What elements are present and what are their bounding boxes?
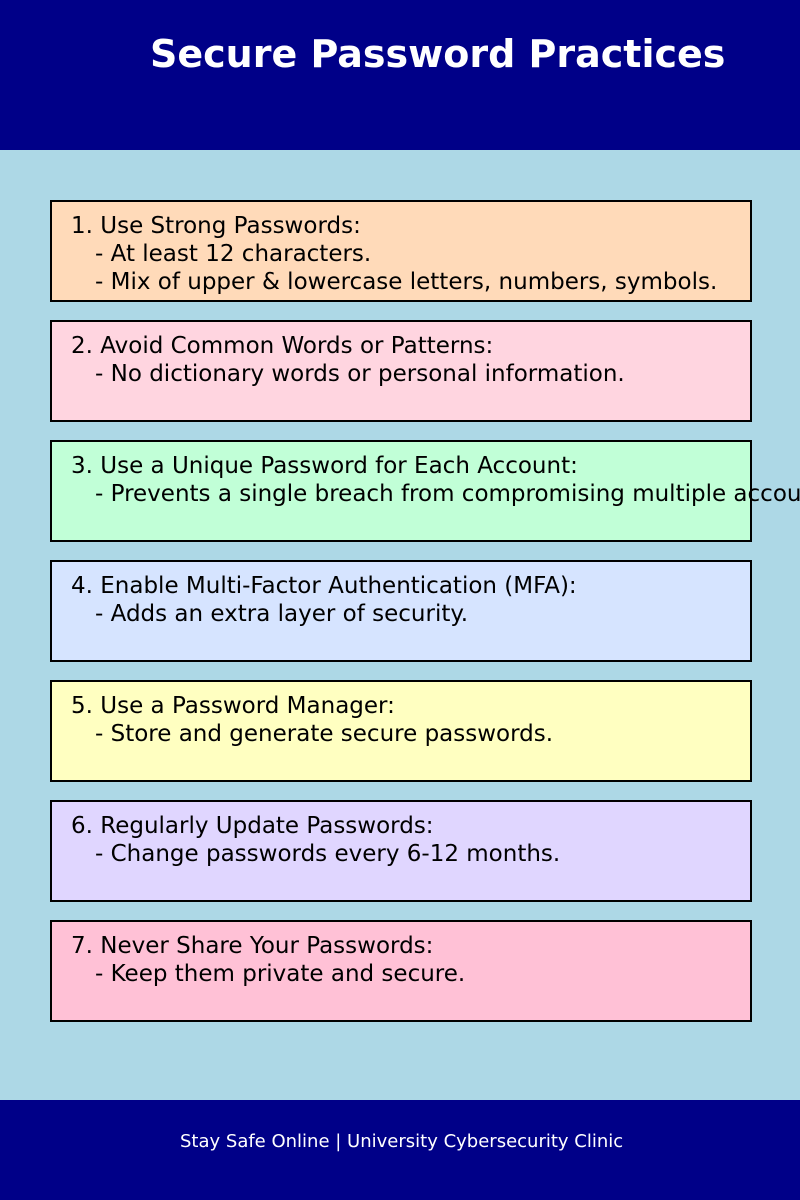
tip-card: 3. Use a Unique Password for Each Accoun… — [50, 440, 800, 542]
tip-text: 5. Use a Password Manager: - Store and g… — [71, 692, 553, 748]
tip-heading: 6. Regularly Update Passwords: — [71, 813, 434, 839]
tip-heading: 2. Avoid Common Words or Patterns: — [71, 333, 494, 359]
tip-detail: - Store and generate secure passwords. — [95, 721, 554, 747]
header-banner: Secure Password Practices — [0, 0, 800, 150]
tip-card: 4. Enable Multi-Factor Authentication (M… — [50, 560, 752, 662]
tip-text: 2. Avoid Common Words or Patterns: - No … — [71, 332, 625, 388]
tip-card: 2. Avoid Common Words or Patterns: - No … — [50, 320, 752, 422]
tip-detail: - Mix of upper & lowercase letters, numb… — [95, 269, 718, 295]
tip-heading: 5. Use a Password Manager: — [71, 693, 395, 719]
tip-detail: - Adds an extra layer of security. — [95, 601, 469, 627]
footer-text: Stay Safe Online | University Cybersecur… — [180, 1131, 624, 1152]
tip-detail: - Keep them private and secure. — [95, 961, 466, 987]
footer-banner: Stay Safe Online | University Cybersecur… — [0, 1100, 800, 1200]
tip-text: 3. Use a Unique Password for Each Accoun… — [71, 452, 800, 508]
tip-text: 7. Never Share Your Passwords: - Keep th… — [71, 932, 465, 988]
page-title: Secure Password Practices — [150, 32, 726, 76]
tip-text: 6. Regularly Update Passwords: - Change … — [71, 812, 560, 868]
tip-heading: 4. Enable Multi-Factor Authentication (M… — [71, 573, 577, 599]
tip-card: 5. Use a Password Manager: - Store and g… — [50, 680, 752, 782]
tip-detail: - No dictionary words or personal inform… — [95, 361, 625, 387]
tip-detail: - Prevents a single breach from compromi… — [95, 481, 800, 507]
tip-heading: 7. Never Share Your Passwords: — [71, 933, 434, 959]
tip-detail: - Change passwords every 6-12 months. — [95, 841, 561, 867]
tip-text: 1. Use Strong Passwords: - At least 12 c… — [71, 212, 717, 296]
tip-detail: - At least 12 characters. — [95, 241, 372, 267]
tip-card: 6. Regularly Update Passwords: - Change … — [50, 800, 752, 902]
tip-text: 4. Enable Multi-Factor Authentication (M… — [71, 572, 577, 628]
tip-heading: 1. Use Strong Passwords: — [71, 213, 361, 239]
tip-heading: 3. Use a Unique Password for Each Accoun… — [71, 453, 578, 479]
tip-card: 7. Never Share Your Passwords: - Keep th… — [50, 920, 752, 1022]
tip-card: 1. Use Strong Passwords: - At least 12 c… — [50, 200, 752, 302]
content-area: 1. Use Strong Passwords: - At least 12 c… — [0, 150, 800, 1100]
